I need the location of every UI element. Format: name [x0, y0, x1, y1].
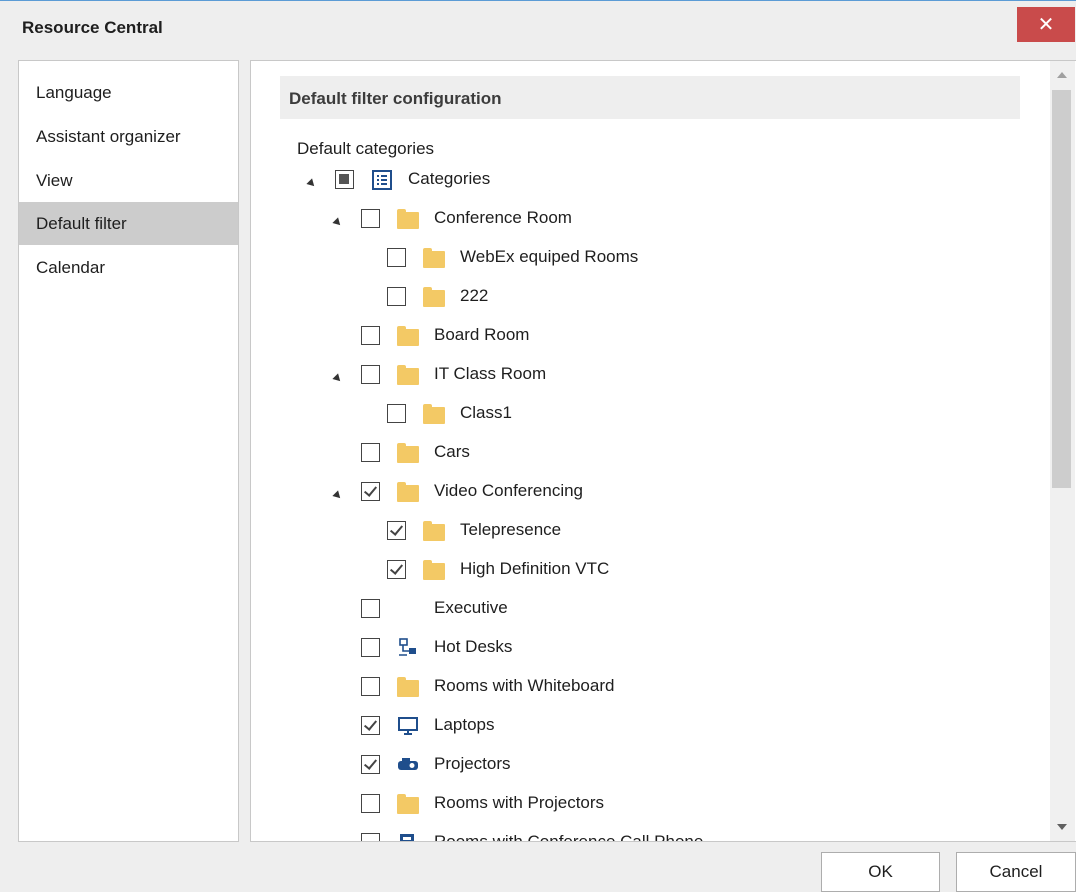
close-icon: ✕ [1037, 14, 1055, 36]
window-title: Resource Central [22, 18, 163, 37]
dialog-window: Resource Central ✕ Language Assistant or… [0, 0, 1076, 892]
folder-icon [397, 209, 419, 229]
sidebar-item-assistant-organizer[interactable]: Assistant organizer [19, 115, 238, 158]
tree-row[interactable]: Projectors [251, 754, 1031, 784]
tree-row[interactable]: High Definition VTC [251, 559, 1031, 589]
tree-row[interactable]: Hot Desks [251, 637, 1031, 667]
settings-nav: Language Assistant organizer View Defaul… [18, 60, 239, 842]
tree-checkbox[interactable] [387, 287, 406, 306]
monitor-icon [397, 715, 419, 735]
phone-icon [397, 832, 419, 841]
folder-icon [423, 404, 445, 424]
close-button[interactable]: ✕ [1017, 7, 1075, 42]
tree-item-label: Executive [434, 598, 508, 617]
tree-row[interactable]: Rooms with Conference Call Phone [251, 832, 1031, 842]
tree-row[interactable]: Laptops [251, 715, 1031, 745]
tree-item-label: Projectors [434, 754, 511, 773]
tree-checkbox[interactable] [361, 209, 380, 228]
expand-arrow-icon[interactable] [306, 178, 318, 189]
section-header: Default filter configuration [280, 76, 1020, 119]
tree-item-label: Hot Desks [434, 637, 513, 656]
tree-checkbox[interactable] [361, 755, 380, 774]
vertical-scrollbar[interactable] [1050, 61, 1075, 841]
ok-button[interactable]: OK [821, 852, 940, 892]
sidebar-item-calendar[interactable]: Calendar [19, 246, 238, 289]
tree-item-label: Cars [434, 442, 470, 461]
tree-item-label: Conference Room [434, 208, 572, 227]
expand-arrow-icon[interactable] [332, 490, 344, 501]
folder-icon [423, 287, 445, 307]
folder-icon [397, 482, 419, 502]
tree-row[interactable]: Telepresence [251, 520, 1031, 550]
tree-checkbox[interactable] [361, 443, 380, 462]
folder-icon [397, 794, 419, 814]
tree-checkbox[interactable] [335, 170, 354, 189]
tree-item-label: Categories [408, 169, 491, 188]
scroll-up-icon[interactable] [1057, 72, 1067, 78]
sidebar-item-default-filter[interactable]: Default filter [19, 202, 238, 245]
cancel-button[interactable]: Cancel [956, 852, 1076, 892]
expand-arrow-icon[interactable] [332, 373, 344, 384]
folder-icon [423, 560, 445, 580]
sidebar-item-language[interactable]: Language [19, 71, 238, 114]
tree-item-label: Rooms with Conference Call Phone [434, 832, 704, 842]
folder-icon [397, 677, 419, 697]
tree-item-label: Rooms with Projectors [434, 793, 605, 812]
tree-row[interactable]: Video Conferencing [251, 481, 1031, 511]
folder-icon [423, 248, 445, 268]
tree-item-label: Rooms with Whiteboard [434, 676, 615, 695]
tree-checkbox[interactable] [361, 326, 380, 345]
tree-row[interactable]: Board Room [251, 325, 1031, 355]
title-bar: Resource Central ✕ [0, 1, 1076, 53]
tree-row[interactable]: 222 [251, 286, 1031, 316]
tree-row[interactable]: Executive [251, 598, 1031, 628]
tree-row[interactable]: IT Class Room [251, 364, 1031, 394]
tree-item-label: Telepresence [460, 520, 562, 539]
tree-checkbox[interactable] [387, 521, 406, 540]
tree-row[interactable]: Rooms with Whiteboard [251, 676, 1031, 706]
tree-item-label: WebEx equiped Rooms [460, 247, 639, 266]
tree-checkbox[interactable] [361, 365, 380, 384]
tree-checkbox[interactable] [387, 248, 406, 267]
tree-checkbox[interactable] [361, 794, 380, 813]
tree-checkbox[interactable] [361, 482, 380, 501]
expand-arrow-icon[interactable] [332, 217, 344, 228]
tree-checkbox[interactable] [361, 638, 380, 657]
tree-checkbox[interactable] [387, 560, 406, 579]
tree-checkbox[interactable] [361, 599, 380, 618]
tree-item-label: High Definition VTC [460, 559, 610, 578]
content-panel: Default filter configuration Default cat… [250, 60, 1076, 842]
scroll-down-icon[interactable] [1057, 824, 1067, 830]
folder-icon [397, 365, 419, 385]
folder-icon [423, 521, 445, 541]
list-icon [371, 169, 393, 190]
tree-item-label: Video Conferencing [434, 481, 584, 500]
folder-icon [397, 326, 419, 346]
tree-row[interactable]: Rooms with Projectors [251, 793, 1031, 823]
tree-checkbox[interactable] [361, 677, 380, 696]
tree-row[interactable]: Categories [251, 169, 1031, 199]
tree-row[interactable]: Cars [251, 442, 1031, 472]
tree-label: Default categories [297, 139, 435, 158]
tree-item-label: 222 [460, 286, 489, 305]
tree-row[interactable]: WebEx equiped Rooms [251, 247, 1031, 277]
folder-icon [397, 443, 419, 463]
tree-item-label: Class1 [460, 403, 512, 422]
network-icon [397, 637, 419, 657]
tree-item-label: Board Room [434, 325, 530, 344]
tree-checkbox[interactable] [361, 833, 380, 841]
projector-icon [397, 754, 419, 774]
scroll-thumb[interactable] [1052, 90, 1071, 488]
tree-item-label: Laptops [434, 715, 495, 734]
sidebar-item-view[interactable]: View [19, 159, 238, 202]
tree-checkbox[interactable] [387, 404, 406, 423]
section-title: Default filter configuration [289, 89, 502, 108]
tree-checkbox[interactable] [361, 716, 380, 735]
tree-item-label: IT Class Room [434, 364, 547, 383]
tree-row[interactable]: Class1 [251, 403, 1031, 433]
tree-row[interactable]: Conference Room [251, 208, 1031, 238]
